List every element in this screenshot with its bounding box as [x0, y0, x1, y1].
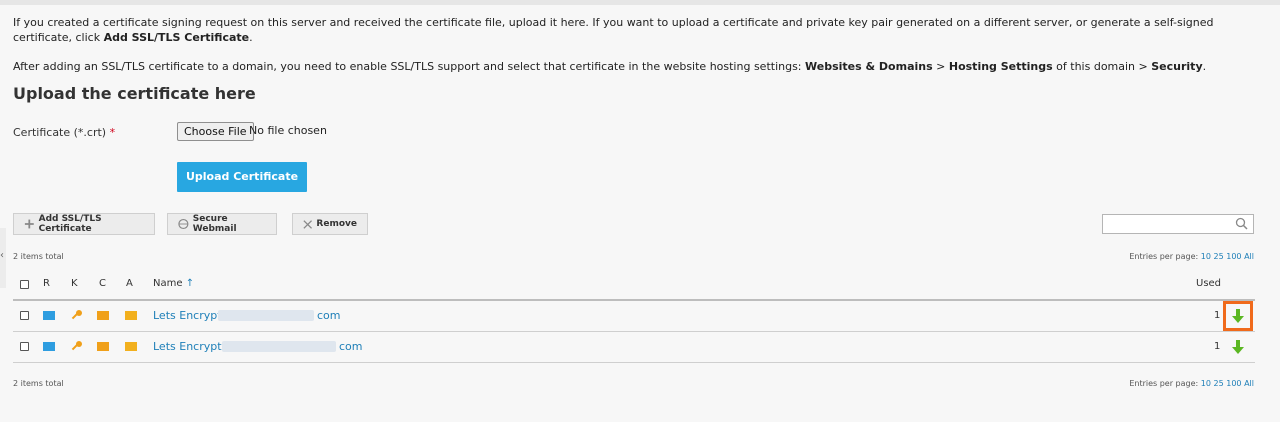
per-page-all[interactable]: All [1244, 379, 1254, 388]
row-divider [13, 362, 1255, 363]
column-name[interactable]: Name ↑ [153, 278, 194, 289]
column-c: C [99, 278, 106, 289]
add-certificate-button[interactable]: Add SSL/TLS Certificate [13, 213, 155, 235]
file-status: No file chosen [249, 124, 327, 137]
per-page-25[interactable]: 25 [1214, 252, 1224, 261]
choose-file-button[interactable]: Choose File [177, 122, 254, 141]
remove-button[interactable]: Remove [292, 213, 368, 235]
per-page-all[interactable]: All [1244, 252, 1254, 261]
header-divider [13, 299, 1255, 301]
row-checkbox[interactable] [20, 311, 29, 320]
entries-per-page: Entries per page: 10 25 100 All [1129, 252, 1254, 261]
per-page-10[interactable]: 10 [1201, 252, 1211, 261]
sort-arrow-icon: ↑ [185, 278, 195, 289]
per-page-25[interactable]: 25 [1214, 379, 1224, 388]
row-checkbox[interactable] [20, 342, 29, 351]
used-count: 1 [1214, 310, 1221, 321]
download-icon[interactable] [1231, 339, 1245, 355]
redacted-domain [218, 310, 314, 321]
redacted-domain [222, 341, 336, 352]
search-input[interactable] [1102, 214, 1254, 234]
entries-per-page-bottom: Entries per page: 10 25 100 All [1129, 379, 1254, 388]
collapse-chevron-icon: ‹ [0, 250, 4, 261]
download-highlight [1223, 301, 1253, 331]
key-icon [71, 341, 82, 351]
mail-icon [43, 342, 55, 351]
per-page-100[interactable]: 100 [1226, 379, 1241, 388]
column-used: Used [1196, 278, 1222, 289]
instructions-paragraph: After adding an SSL/TLS certificate to a… [13, 60, 1207, 73]
intro-paragraph: If you created a certificate signing req… [13, 16, 1214, 44]
upload-certificate-button[interactable]: Upload Certificate [177, 162, 307, 192]
per-page-10[interactable]: 10 [1201, 379, 1211, 388]
ca-certificate-icon [125, 311, 137, 320]
select-all-checkbox[interactable] [20, 280, 29, 289]
column-r: R [43, 278, 50, 289]
ca-certificate-icon [125, 342, 137, 351]
certificate-label: Certificate (*.crt) * [13, 126, 116, 139]
certificate-name-suffix[interactable]: com [317, 309, 341, 322]
mail-icon [43, 311, 55, 320]
certificate-icon [97, 342, 109, 351]
items-total-bottom: 2 items total [13, 379, 64, 388]
per-page-100[interactable]: 100 [1226, 252, 1241, 261]
column-k: K [71, 278, 78, 289]
page-heading: Upload the certificate here [13, 84, 256, 103]
used-count: 1 [1214, 341, 1221, 352]
secure-webmail-button[interactable]: Secure Webmail [167, 213, 277, 235]
certificate-name-link[interactable]: Lets Encrypt t [153, 340, 229, 353]
certificate-name-suffix[interactable]: com [339, 340, 363, 353]
globe-icon [178, 218, 189, 230]
row-divider [13, 331, 1255, 332]
items-total: 2 items total [13, 252, 64, 261]
column-a: A [126, 278, 133, 289]
key-icon [71, 310, 82, 320]
add-certificate-icon [24, 219, 34, 229]
certificate-name-link[interactable]: Lets Encrypt [153, 309, 222, 322]
search-icon[interactable] [1235, 217, 1248, 230]
top-bar [0, 0, 1280, 5]
remove-icon [303, 219, 313, 229]
certificate-icon [97, 311, 109, 320]
